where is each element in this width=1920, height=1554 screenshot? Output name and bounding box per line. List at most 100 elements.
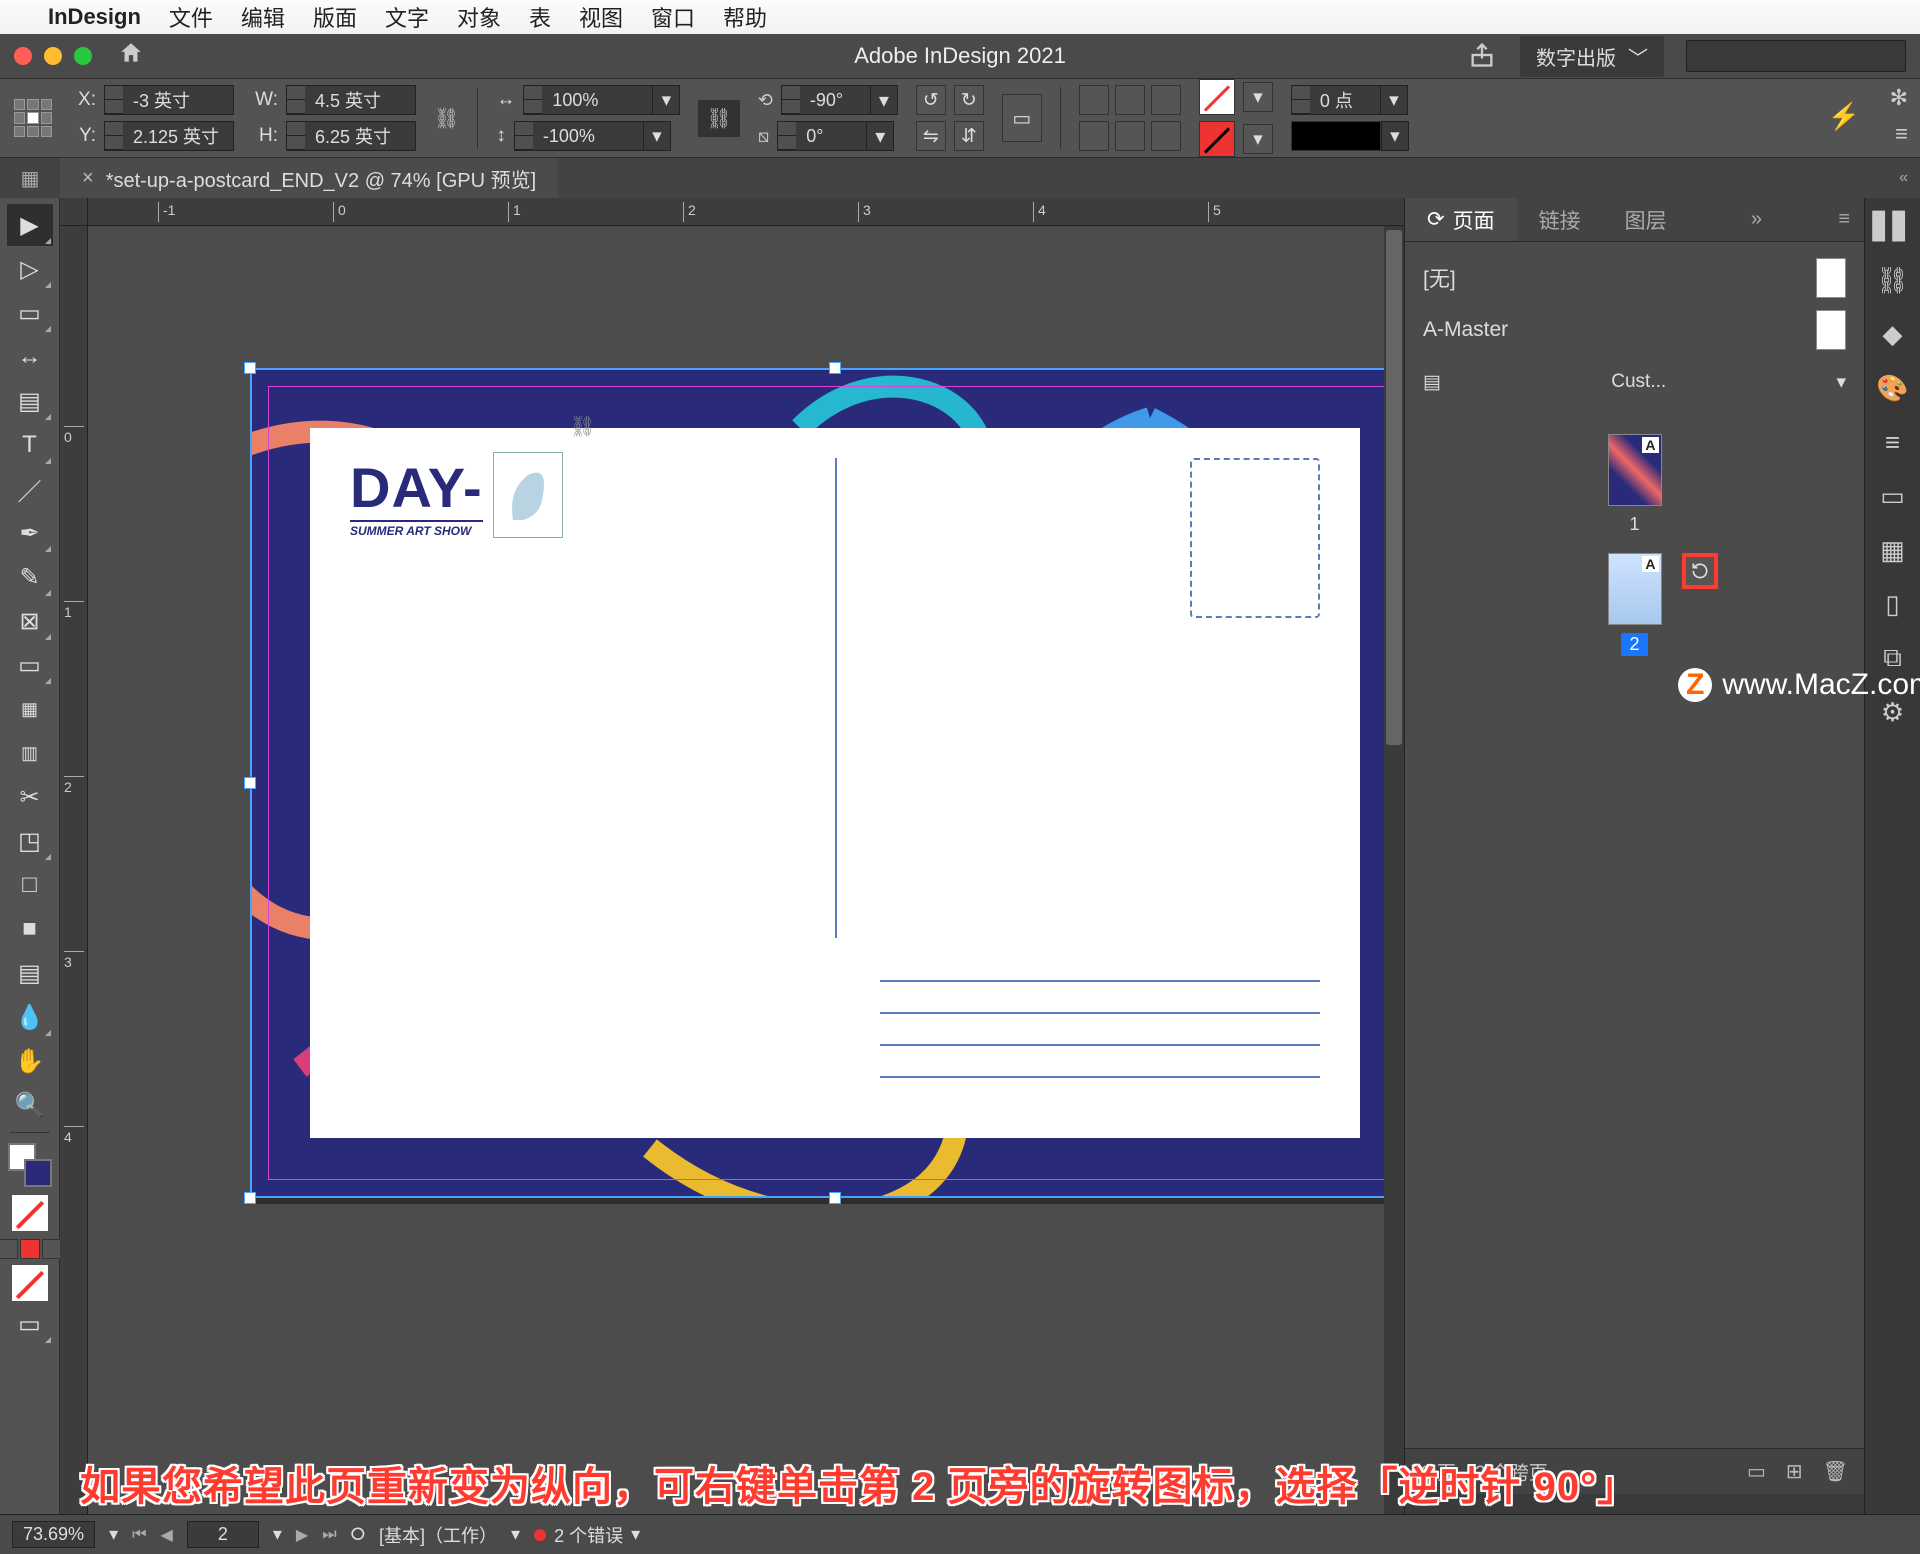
pencil-tool[interactable]: ✎ <box>7 556 53 598</box>
note-tool[interactable]: ▤ <box>7 952 53 994</box>
handle[interactable] <box>244 1192 256 1204</box>
reference-point-grid[interactable] <box>14 99 52 137</box>
master-none-row[interactable]: [无] <box>1423 252 1846 304</box>
select-container-button[interactable]: ▭ <box>1002 94 1042 142</box>
fill-swatch[interactable] <box>1199 79 1235 115</box>
swatches-panel-icon[interactable]: 🎨 <box>1875 372 1911 404</box>
page-2[interactable]: A 2 <box>1608 553 1662 656</box>
panel-menu-icon[interactable]: ≡ <box>1824 208 1864 231</box>
document-tab[interactable]: × *set-up-a-postcard_END_V2 @ 74% [GPU 预… <box>60 158 558 198</box>
hand-tool[interactable]: ✋ <box>7 1040 53 1082</box>
canvas-scrollbar[interactable] <box>1384 226 1404 1514</box>
ruler-origin[interactable] <box>60 198 88 226</box>
app-menu[interactable]: InDesign <box>48 4 141 30</box>
menu-window[interactable]: 窗口 <box>651 1 695 33</box>
zoom-dd[interactable]: ▾ <box>109 1524 118 1545</box>
stroke-panel-icon[interactable]: ≡ <box>1875 426 1911 458</box>
w-field[interactable]: 4.5 英寸 <box>286 85 416 115</box>
page-navigator[interactable]: 2 <box>187 1521 259 1548</box>
zoom-field[interactable]: 73.69% <box>12 1521 95 1548</box>
grid-tool[interactable]: ▥ <box>7 732 53 774</box>
line-tool[interactable]: ／ <box>7 468 53 510</box>
handle[interactable] <box>244 777 256 789</box>
workspace-switcher[interactable]: 数字出版 ﹀ <box>1520 36 1664 77</box>
rotate-ccw-button[interactable]: ↺ <box>916 85 946 115</box>
stroke-dropdown[interactable]: ▾ <box>1243 124 1273 154</box>
home-icon[interactable] <box>118 40 144 73</box>
type-tool[interactable]: T <box>7 424 53 466</box>
master-a-row[interactable]: A-Master <box>1423 304 1846 356</box>
page-size-dropdown[interactable]: ▤Cust...▾ <box>1423 356 1846 408</box>
scissors-tool[interactable]: ✂ <box>7 776 53 818</box>
open-icon[interactable]: ⭘ <box>351 1524 365 1545</box>
page-1-thumb[interactable]: A <box>1608 434 1662 506</box>
menu-table[interactable]: 表 <box>529 1 551 33</box>
menu-file[interactable]: 文件 <box>169 1 213 33</box>
pages-panel-icon[interactable]: ▋▋ <box>1875 210 1911 242</box>
close-tab-icon[interactable]: × <box>82 167 94 190</box>
scale-y-field[interactable]: -100%▾ <box>514 121 671 151</box>
last-page-button[interactable]: ⏭ <box>322 1526 336 1544</box>
shear-field[interactable]: 0°▾ <box>777 121 894 151</box>
page-1[interactable]: A 1 <box>1608 434 1662 535</box>
stroke-weight-field[interactable]: 0 点▾ <box>1291 85 1408 115</box>
rotate-spread-icon[interactable] <box>1682 553 1718 589</box>
new-page-icon[interactable]: ⊞ <box>1786 1459 1803 1484</box>
search-input[interactable] <box>1686 40 1906 72</box>
page-frame[interactable]: DAY- SUMMER ART SHOW ⛓ <box>250 368 1404 1198</box>
constrain-scale-icon[interactable]: ⛓ <box>698 100 739 137</box>
tabs-overflow-icon[interactable]: « <box>1887 169 1920 187</box>
minimize-window-button[interactable] <box>44 47 62 65</box>
flip-h-button[interactable]: ⇋ <box>916 121 946 151</box>
menu-edit[interactable]: 编辑 <box>241 1 285 33</box>
panel-scrollbar[interactable] <box>1405 1494 1864 1514</box>
eyedropper-tool[interactable]: 💧 <box>7 996 53 1038</box>
table-tool[interactable]: ▦ <box>7 688 53 730</box>
library-panel-icon[interactable]: ▯ <box>1875 588 1911 620</box>
default-fill-stroke[interactable] <box>12 1265 48 1301</box>
rotate-field[interactable]: -90°▾ <box>781 85 898 115</box>
rectangle-tool[interactable]: ▭ <box>7 644 53 686</box>
h-field[interactable]: 6.25 英寸 <box>286 121 416 151</box>
quick-apply-icon[interactable]: ⚡ <box>1828 101 1860 132</box>
prev-page-button[interactable]: ◀ <box>161 1525 173 1545</box>
menu-help[interactable]: 帮助 <box>723 1 767 33</box>
color-mode-buttons[interactable] <box>0 1239 62 1259</box>
canvas[interactable]: -1 0 1 2 3 4 5 0 1 2 3 4 <box>60 198 1404 1514</box>
selection-tool[interactable]: ▶ <box>7 204 53 246</box>
edit-page-size-icon[interactable]: ▭ <box>1747 1459 1766 1484</box>
menu-layout[interactable]: 版面 <box>313 1 357 33</box>
close-window-button[interactable] <box>14 47 32 65</box>
delete-page-icon[interactable]: 🗑 <box>1823 1459 1848 1484</box>
zoom-window-button[interactable] <box>74 47 92 65</box>
share-icon[interactable] <box>1468 41 1498 71</box>
tab-pages[interactable]: ⟳页面 <box>1405 198 1517 241</box>
arrange-docs-icon[interactable]: ▦ <box>0 166 60 191</box>
settings-icon[interactable]: ✻ <box>1890 85 1908 111</box>
apply-none-button[interactable] <box>12 1195 48 1231</box>
preflight-profile[interactable]: [基本]（工作） <box>379 1522 497 1548</box>
y-field[interactable]: 2.125 英寸 <box>104 121 234 151</box>
tab-layers[interactable]: 图层 <box>1603 198 1689 241</box>
color-panel-icon[interactable]: ▭ <box>1875 480 1911 512</box>
panel-menu-icon[interactable]: ≡ <box>1895 121 1908 147</box>
collapse-panel-icon[interactable]: » <box>1737 208 1776 231</box>
scale-x-field[interactable]: 100%▾ <box>523 85 680 115</box>
constrain-wh-icon[interactable]: ⛓ <box>434 106 459 131</box>
direct-selection-tool[interactable]: ▷ <box>7 248 53 290</box>
mac-menubar[interactable]: InDesign 文件 编辑 版面 文字 对象 表 视图 窗口 帮助 <box>0 0 1920 34</box>
rectangle-frame-tool[interactable]: ⊠ <box>7 600 53 642</box>
links-panel-icon[interactable]: ⛓ <box>1875 264 1911 296</box>
menu-view[interactable]: 视图 <box>579 1 623 33</box>
layers-panel-icon[interactable]: ◆ <box>1875 318 1911 350</box>
menu-object[interactable]: 对象 <box>457 1 501 33</box>
pen-tool[interactable]: ✒ <box>7 512 53 554</box>
gradient-swatch-tool[interactable]: □ <box>7 864 53 906</box>
object-styles-icon[interactable]: ▦ <box>1875 534 1911 566</box>
page-tool[interactable]: ▭ <box>7 292 53 334</box>
vertical-ruler[interactable]: 0 1 2 3 4 <box>60 226 88 1514</box>
free-transform-tool[interactable]: ◳ <box>7 820 53 862</box>
fill-dropdown[interactable]: ▾ <box>1243 82 1273 112</box>
rotate-cw-button[interactable]: ↻ <box>954 85 984 115</box>
screen-mode-button[interactable]: ▭ <box>7 1303 53 1345</box>
